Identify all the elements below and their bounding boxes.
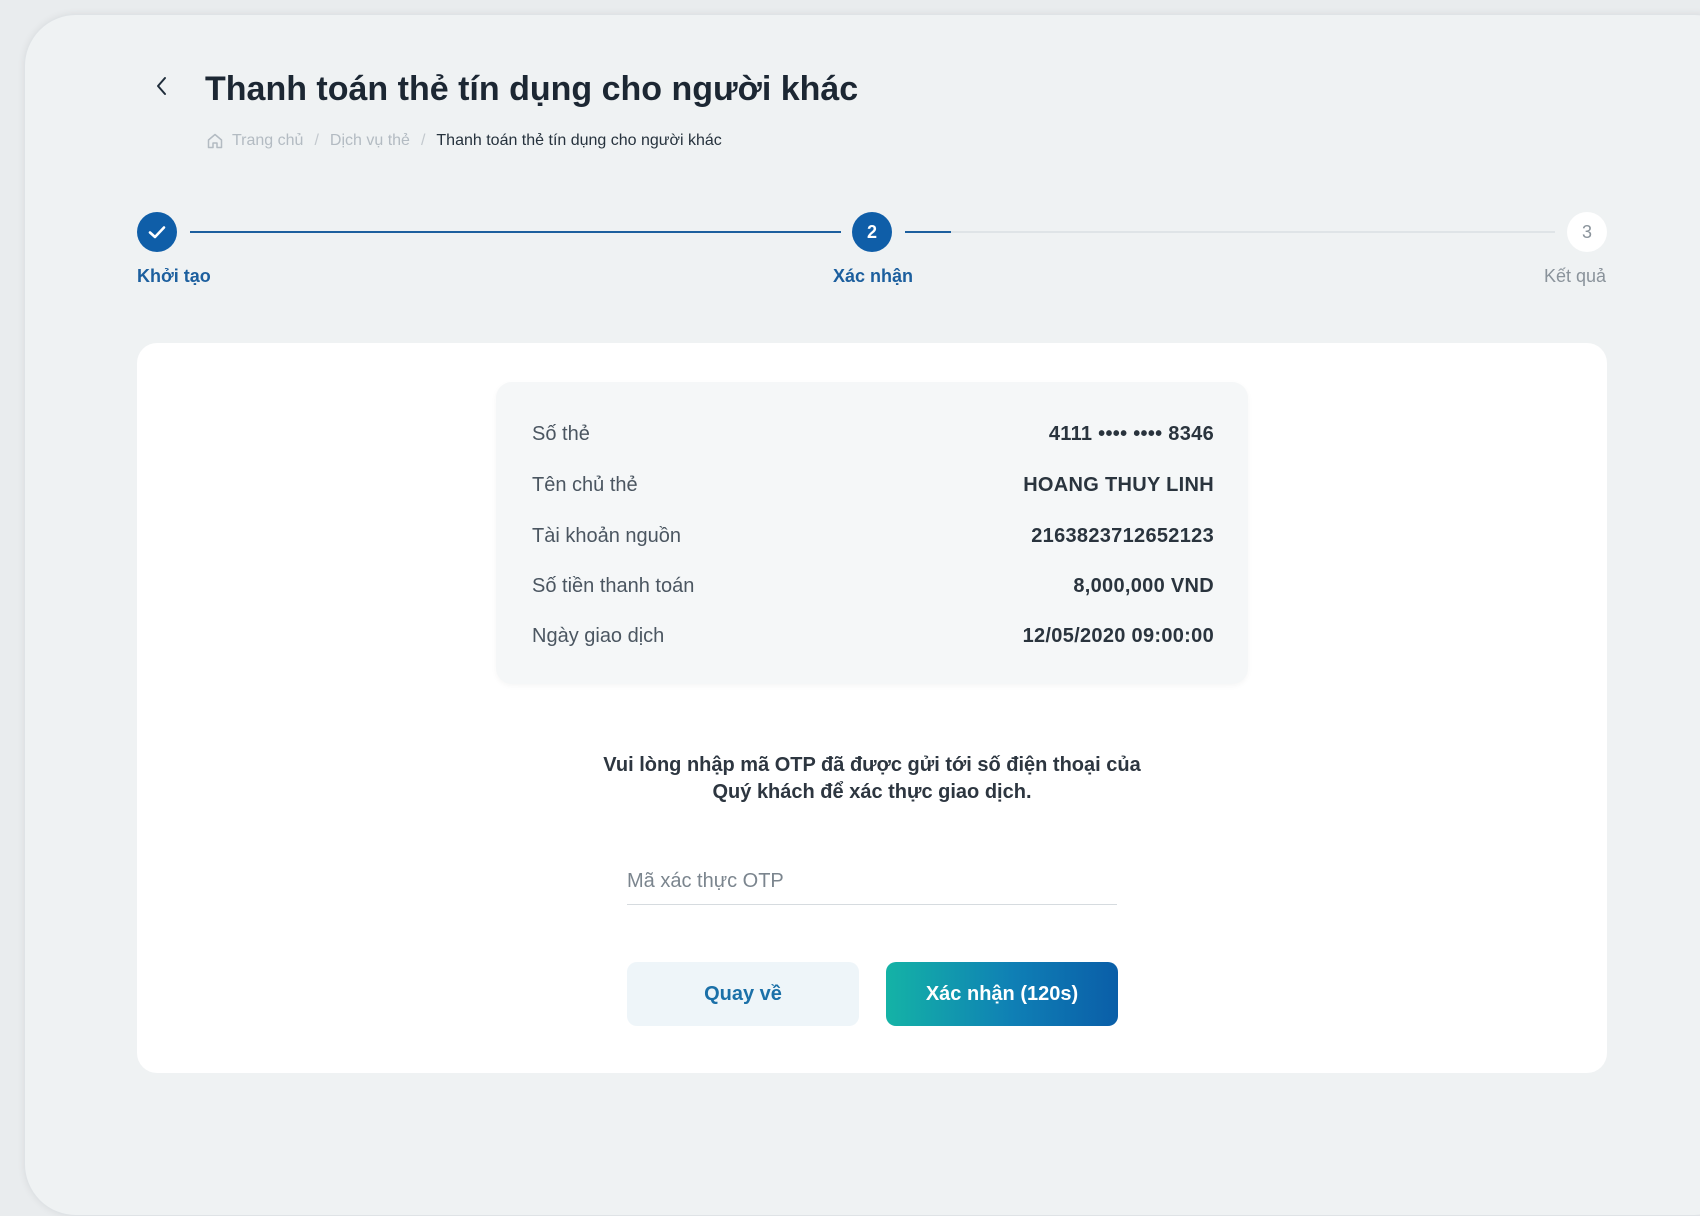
row-value: HOANG THUY LINH bbox=[1023, 473, 1214, 496]
summary-row-card-number: Số thẻ 4111 •••• •••• 8346 bbox=[532, 419, 1214, 449]
row-label: Tài khoản nguồn bbox=[532, 524, 682, 547]
stepper-line-completed bbox=[190, 231, 841, 233]
row-label: Số tiền thanh toán bbox=[532, 574, 695, 597]
row-label: Ngày giao dịch bbox=[532, 624, 665, 647]
back-arrow-icon[interactable] bbox=[150, 74, 174, 98]
summary-row-cardholder: Tên chủ thẻ HOANG THUY LINH bbox=[532, 470, 1214, 500]
breadcrumb: Trang chủ / Dịch vụ thẻ / Thanh toán thẻ… bbox=[206, 132, 722, 150]
row-label: Số thẻ bbox=[532, 422, 590, 445]
step-1-label: Khởi tạo bbox=[137, 266, 211, 286]
step-2-indicator: 2 bbox=[852, 212, 892, 252]
row-value: 2163823712652123 bbox=[1031, 524, 1214, 547]
breadcrumb-card-services[interactable]: Dịch vụ thẻ bbox=[330, 132, 410, 150]
row-value: 12/05/2020 09:00:00 bbox=[1022, 624, 1214, 647]
row-value: 4111 •••• •••• 8346 bbox=[1048, 422, 1214, 445]
row-value: 8,000,000 VND bbox=[1073, 574, 1214, 597]
summary-row-source-account: Tài khoản nguồn 2163823712652123 bbox=[532, 521, 1214, 551]
summary-row-amount: Số tiền thanh toán 8,000,000 VND bbox=[532, 571, 1214, 601]
confirm-button[interactable]: Xác nhận (120s) bbox=[886, 962, 1118, 1026]
step-3-label: Kết quả bbox=[1544, 266, 1607, 286]
otp-input[interactable] bbox=[627, 858, 1117, 905]
page-title: Thanh toán thẻ tín dụng cho người khác bbox=[205, 70, 859, 108]
back-button[interactable]: Quay về bbox=[627, 962, 859, 1026]
breadcrumb-separator: / bbox=[420, 132, 426, 149]
transaction-summary: Số thẻ 4111 •••• •••• 8346 Tên chủ thẻ H… bbox=[496, 382, 1248, 684]
stepper-line-pending bbox=[951, 231, 1555, 233]
breadcrumb-current: Thanh toán thẻ tín dụng cho người khác bbox=[436, 132, 722, 149]
step-3-indicator: 3 bbox=[1567, 212, 1607, 252]
breadcrumb-separator: / bbox=[314, 132, 319, 149]
breadcrumb-home[interactable]: Trang chủ bbox=[232, 132, 303, 150]
otp-instruction: Vui lòng nhập mã OTP đã được gửi tới số … bbox=[603, 754, 1141, 803]
stepper-line-active bbox=[905, 231, 951, 233]
step-1-check-icon bbox=[137, 212, 177, 252]
summary-row-date: Ngày giao dịch 12/05/2020 09:00:00 bbox=[532, 621, 1214, 651]
row-label: Tên chủ thẻ bbox=[532, 473, 638, 496]
step-2-label: Xác nhận bbox=[833, 266, 914, 286]
home-icon[interactable] bbox=[206, 132, 224, 150]
